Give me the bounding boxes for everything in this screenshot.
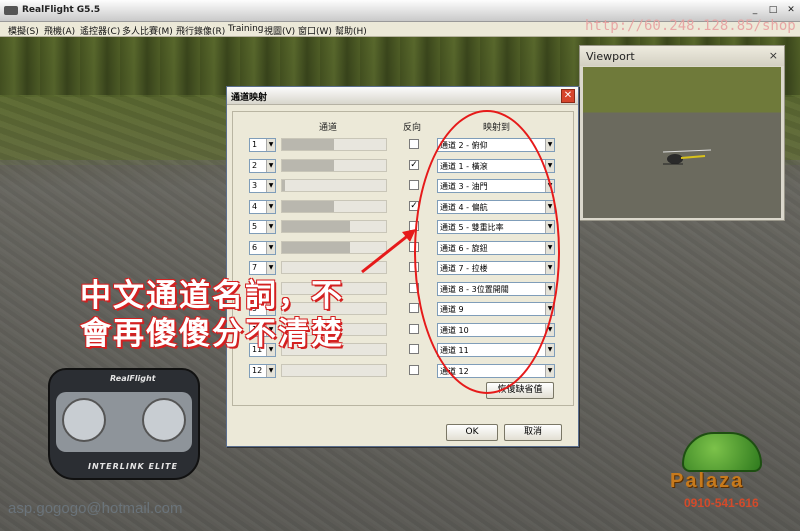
channel-select-value: 1: [252, 140, 258, 149]
reverse-checkbox[interactable]: [409, 139, 419, 149]
transmitter-image: RealFlight INTERLINK ELITE: [48, 368, 200, 480]
chevron-down-icon[interactable]: ▼: [545, 139, 554, 151]
dialog-close-button[interactable]: ✕: [561, 89, 575, 103]
menu-controller[interactable]: 遙控器(C): [80, 24, 120, 37]
channel-level-fill: [282, 221, 350, 232]
channel-select[interactable]: 5 ▼: [249, 220, 276, 234]
controller-model: INTERLINK ELITE: [88, 462, 178, 471]
dialog-titlebar[interactable]: 通道映射 ✕: [227, 87, 578, 105]
turtle-icon: [682, 432, 762, 472]
annotation-arrow-icon: [361, 229, 416, 274]
cancel-button[interactable]: 取消: [504, 424, 562, 441]
reverse-checkbox[interactable]: [409, 365, 419, 375]
chevron-down-icon[interactable]: ▼: [266, 242, 275, 254]
menu-aircraft[interactable]: 飛機(A): [44, 24, 75, 37]
channel-select[interactable]: 4 ▼: [249, 200, 276, 214]
chevron-down-icon[interactable]: ▼: [266, 139, 275, 151]
reverse-checkbox[interactable]: ✓: [409, 160, 419, 170]
viewport-view[interactable]: [583, 67, 781, 218]
channel-select-value: 4: [252, 202, 258, 211]
channel-level-bar: [281, 200, 387, 213]
close-window-button[interactable]: ✕: [784, 4, 798, 17]
chevron-down-icon[interactable]: ▼: [545, 365, 554, 377]
ok-button[interactable]: OK: [446, 424, 498, 441]
app-icon: [4, 6, 18, 15]
channel-level-fill: [282, 201, 334, 212]
window-title: RealFlight G5.5: [22, 5, 101, 15]
annotation-text-line-2: 會再傻傻分不清楚: [80, 316, 344, 352]
controller-brand: RealFlight: [110, 374, 156, 383]
header-channel: 通道: [319, 123, 338, 133]
logo-phone: 0910-541-616: [684, 496, 759, 510]
channel-level-bar: [281, 179, 387, 192]
channel-select-value: 3: [252, 181, 258, 190]
menu-window[interactable]: 窗口(W): [298, 24, 332, 37]
right-gimbal-icon: [142, 398, 186, 442]
header-reverse: 反向: [403, 123, 422, 133]
reverse-checkbox[interactable]: [409, 180, 419, 190]
reverse-checkbox[interactable]: [409, 344, 419, 354]
channel-select[interactable]: 6 ▼: [249, 241, 276, 255]
channel-level-bar: [281, 159, 387, 172]
chevron-down-icon[interactable]: ▼: [545, 344, 554, 356]
menu-recording[interactable]: 飛行錄像(R): [176, 24, 225, 37]
annotation-ellipse: [414, 110, 560, 394]
menu-help[interactable]: 幫助(H): [335, 24, 367, 37]
chevron-down-icon[interactable]: ▼: [266, 365, 275, 377]
palaza-logo: Palaza 0910-541-616: [662, 430, 784, 518]
channel-level-fill: [282, 180, 285, 191]
logo-name: Palaza: [670, 470, 745, 492]
minimize-button[interactable]: _: [748, 4, 762, 17]
maximize-button[interactable]: □: [766, 4, 780, 17]
channel-level-bar: [281, 364, 387, 377]
channel-select[interactable]: 3 ▼: [249, 179, 276, 193]
channel-select-value: 6: [252, 243, 258, 252]
menu-training[interactable]: Training: [228, 24, 264, 34]
left-gimbal-icon: [62, 398, 106, 442]
channel-select-value: 12: [252, 366, 263, 375]
menu-view[interactable]: 視圖(V): [264, 24, 295, 37]
channel-select[interactable]: 2 ▼: [249, 159, 276, 173]
menu-multiplayer[interactable]: 多人比賽(M): [122, 24, 173, 37]
channel-select-value: 5: [252, 222, 258, 231]
dialog-title: 通道映射: [231, 93, 268, 103]
viewport-title: Viewport: [586, 50, 635, 63]
watermark-email: asp.gogogo@hotmail.com: [8, 500, 183, 517]
chevron-down-icon[interactable]: ▼: [266, 221, 275, 233]
viewport-close-button[interactable]: ×: [769, 49, 778, 62]
chevron-down-icon[interactable]: ▼: [266, 201, 275, 213]
channel-level-bar: [281, 138, 387, 151]
reverse-checkbox[interactable]: [409, 303, 419, 313]
viewport-header[interactable]: Viewport ×: [580, 46, 784, 66]
viewport-panel: Viewport ×: [579, 45, 785, 221]
chevron-down-icon[interactable]: ▼: [266, 180, 275, 192]
channel-select[interactable]: 1 ▼: [249, 138, 276, 152]
reverse-checkbox[interactable]: [409, 324, 419, 334]
channel-level-fill: [282, 160, 334, 171]
channel-level-fill: [282, 139, 334, 150]
channel-select[interactable]: 12 ▼: [249, 364, 276, 378]
watermark-url: http://60.248.128.85/shop: [585, 18, 796, 34]
channel-select-value: 2: [252, 161, 258, 170]
helicopter-icon: [662, 149, 712, 165]
chevron-down-icon[interactable]: ▼: [266, 160, 275, 172]
menu-simulation[interactable]: 模擬(S): [8, 24, 39, 37]
channel-level-fill: [282, 242, 350, 253]
